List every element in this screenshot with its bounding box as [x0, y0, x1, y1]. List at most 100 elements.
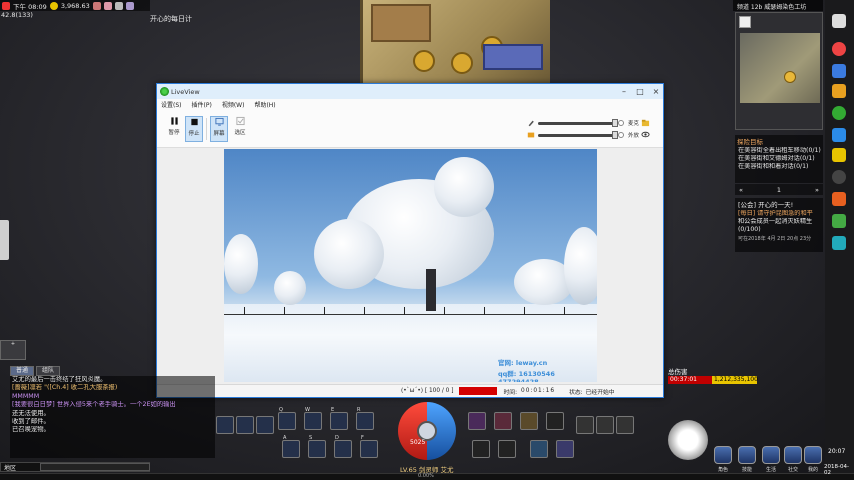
menu-help[interactable]: 帮助(H)	[254, 100, 275, 109]
menu-icon[interactable]	[2, 1, 10, 10]
minimize-icon[interactable]: –	[617, 86, 631, 97]
item-slot[interactable]	[556, 440, 574, 458]
state-label: 状态:	[569, 389, 583, 396]
skill-slot-f[interactable]: F	[360, 435, 378, 458]
chat-log[interactable]: 艾尤的最后一击终结了狂风炎魔。 [蔷薇]凛若 "([Ch.4] 收二孔大服茶报)…	[10, 376, 215, 458]
item-slot[interactable]	[596, 416, 614, 434]
liveview-title: LiveView	[171, 87, 200, 96]
item-slot[interactable]	[494, 412, 512, 430]
mic-toggle[interactable]	[618, 120, 624, 126]
preview-image: 官网: leway.cn qq群: 16130546 477294428	[224, 149, 597, 382]
character-button-label: 角色	[717, 467, 728, 473]
close-icon[interactable]: ×	[649, 86, 663, 97]
item-slot[interactable]	[468, 412, 486, 430]
skills-button[interactable]	[738, 446, 756, 464]
speaker-volume-slider[interactable]	[538, 134, 615, 137]
menu-video[interactable]: 视频(W)	[222, 100, 245, 109]
item-slot[interactable]	[546, 412, 564, 430]
app-icon[interactable]	[832, 106, 846, 120]
app-icon[interactable]	[832, 64, 846, 78]
left-collapse-tab[interactable]	[0, 220, 9, 260]
skill-slot-r[interactable]: R	[356, 407, 374, 430]
buff-icon[interactable]	[114, 1, 123, 10]
buff-icon[interactable]	[103, 1, 112, 10]
item-slot[interactable]	[498, 440, 516, 458]
quest-line[interactable]: 在美容街和艾德姆对话(0/1)	[735, 155, 823, 163]
item-slot[interactable]	[576, 416, 594, 434]
skill-slot[interactable]	[256, 416, 274, 434]
left-expand-button[interactable]: +	[0, 340, 26, 360]
fence-post	[444, 307, 445, 315]
liveview-titlebar[interactable]: LiveView – □ ×	[157, 84, 663, 99]
screen-capture-button[interactable]: 屏幕	[210, 116, 228, 142]
window-capture-button[interactable]: 选区	[231, 116, 249, 142]
window-capture-label: 选区	[234, 130, 246, 136]
building-roof	[371, 4, 431, 42]
skill-slot-q[interactable]: Q	[278, 407, 296, 430]
stop-button[interactable]: 停止	[185, 116, 203, 142]
my-button[interactable]	[804, 446, 822, 464]
damage-time: 00:37:01	[668, 376, 712, 384]
close-icon[interactable]	[739, 16, 751, 28]
item-slot[interactable]	[472, 440, 490, 458]
guild-title: [公会] 开心的一天!	[738, 201, 794, 209]
item-slot[interactable]	[530, 440, 548, 458]
skill-slot-e[interactable]: E	[330, 407, 348, 430]
quest-line[interactable]: 在美容街和和着对话(0/1)	[735, 163, 823, 171]
minimap-map[interactable]	[740, 33, 820, 103]
app-icon[interactable]	[832, 148, 846, 162]
guild-line[interactable]: [每日] 请守护昆图急的和平	[735, 210, 823, 218]
life-button[interactable]	[762, 446, 780, 464]
record-icon[interactable]	[832, 42, 846, 56]
prev-page-icon[interactable]: «	[739, 186, 743, 194]
liveview-toolbar: 暂停 停止 屏幕 选区 麦克 外放	[157, 110, 663, 148]
quest-line[interactable]: 在美容街全着出租车移动(0/1)	[735, 147, 823, 155]
menu-plugins[interactable]: 插件(P)	[192, 100, 212, 109]
social-button[interactable]	[784, 446, 802, 464]
item-slot[interactable]	[520, 412, 538, 430]
character-portrait[interactable]	[668, 420, 708, 460]
skill-slot-d[interactable]: D	[334, 435, 352, 458]
eye-icon[interactable]	[641, 130, 650, 139]
quest-tracker[interactable]: 探险目标 在美容街全着出租车移动(0/1) 在美容街和艾德姆对话(0/1) 在美…	[735, 135, 823, 183]
guild-panel[interactable]: [公会] 开心的一天! [每日] 请守护昆图急的和平 和公会成员一起消灭妖精生 …	[735, 198, 823, 252]
square-icon[interactable]	[832, 14, 846, 28]
liveview-window[interactable]: LiveView – □ × 设置(S) 插件(P) 视频(W) 帮助(H) 暂…	[156, 83, 664, 398]
quest-pager[interactable]: « 1 »	[735, 184, 823, 195]
tab-normal[interactable]: 普通	[10, 366, 35, 376]
next-page-icon[interactable]: »	[815, 186, 819, 194]
character-button[interactable]	[714, 446, 732, 464]
skill-slot-a[interactable]: A	[282, 435, 300, 458]
app-icon[interactable]	[832, 192, 846, 206]
chat-input[interactable]	[40, 463, 150, 471]
game-building-scene	[360, 0, 550, 84]
app-icon[interactable]	[832, 128, 846, 142]
pause-button[interactable]: 暂停	[165, 116, 183, 142]
guild-line: 和公会成员一起消灭妖精生	[738, 218, 813, 225]
maximize-icon[interactable]: □	[633, 86, 647, 97]
app-icon[interactable]	[832, 170, 846, 184]
app-icon[interactable]	[832, 214, 846, 228]
quest-title: 探险目标	[737, 138, 763, 146]
skill-slot-s[interactable]: S	[308, 435, 326, 458]
app-icon[interactable]	[832, 84, 846, 98]
stop-label: 停止	[188, 131, 200, 137]
tab-party[interactable]: 组队	[36, 366, 61, 376]
menu-settings[interactable]: 设置(S)	[161, 100, 182, 109]
top-hud: 下午 08:09 3,968.63	[0, 0, 150, 11]
item-slot[interactable]	[616, 416, 634, 434]
snow-tree	[314, 219, 384, 289]
fence-post	[524, 307, 525, 315]
skill-slot[interactable]	[216, 416, 234, 434]
buff-icon[interactable]	[125, 1, 134, 10]
minimap[interactable]	[735, 12, 823, 130]
speaker-toggle[interactable]	[618, 132, 624, 138]
buff-icon[interactable]	[92, 1, 101, 10]
skill-slot[interactable]	[236, 416, 254, 434]
mic-volume-slider[interactable]	[538, 122, 615, 125]
skill-slot-w[interactable]: W	[304, 407, 322, 430]
pause-icon	[170, 117, 178, 125]
time-label: 时间:	[503, 389, 518, 396]
app-icon[interactable]	[832, 236, 846, 250]
folder-icon[interactable]	[641, 118, 650, 127]
